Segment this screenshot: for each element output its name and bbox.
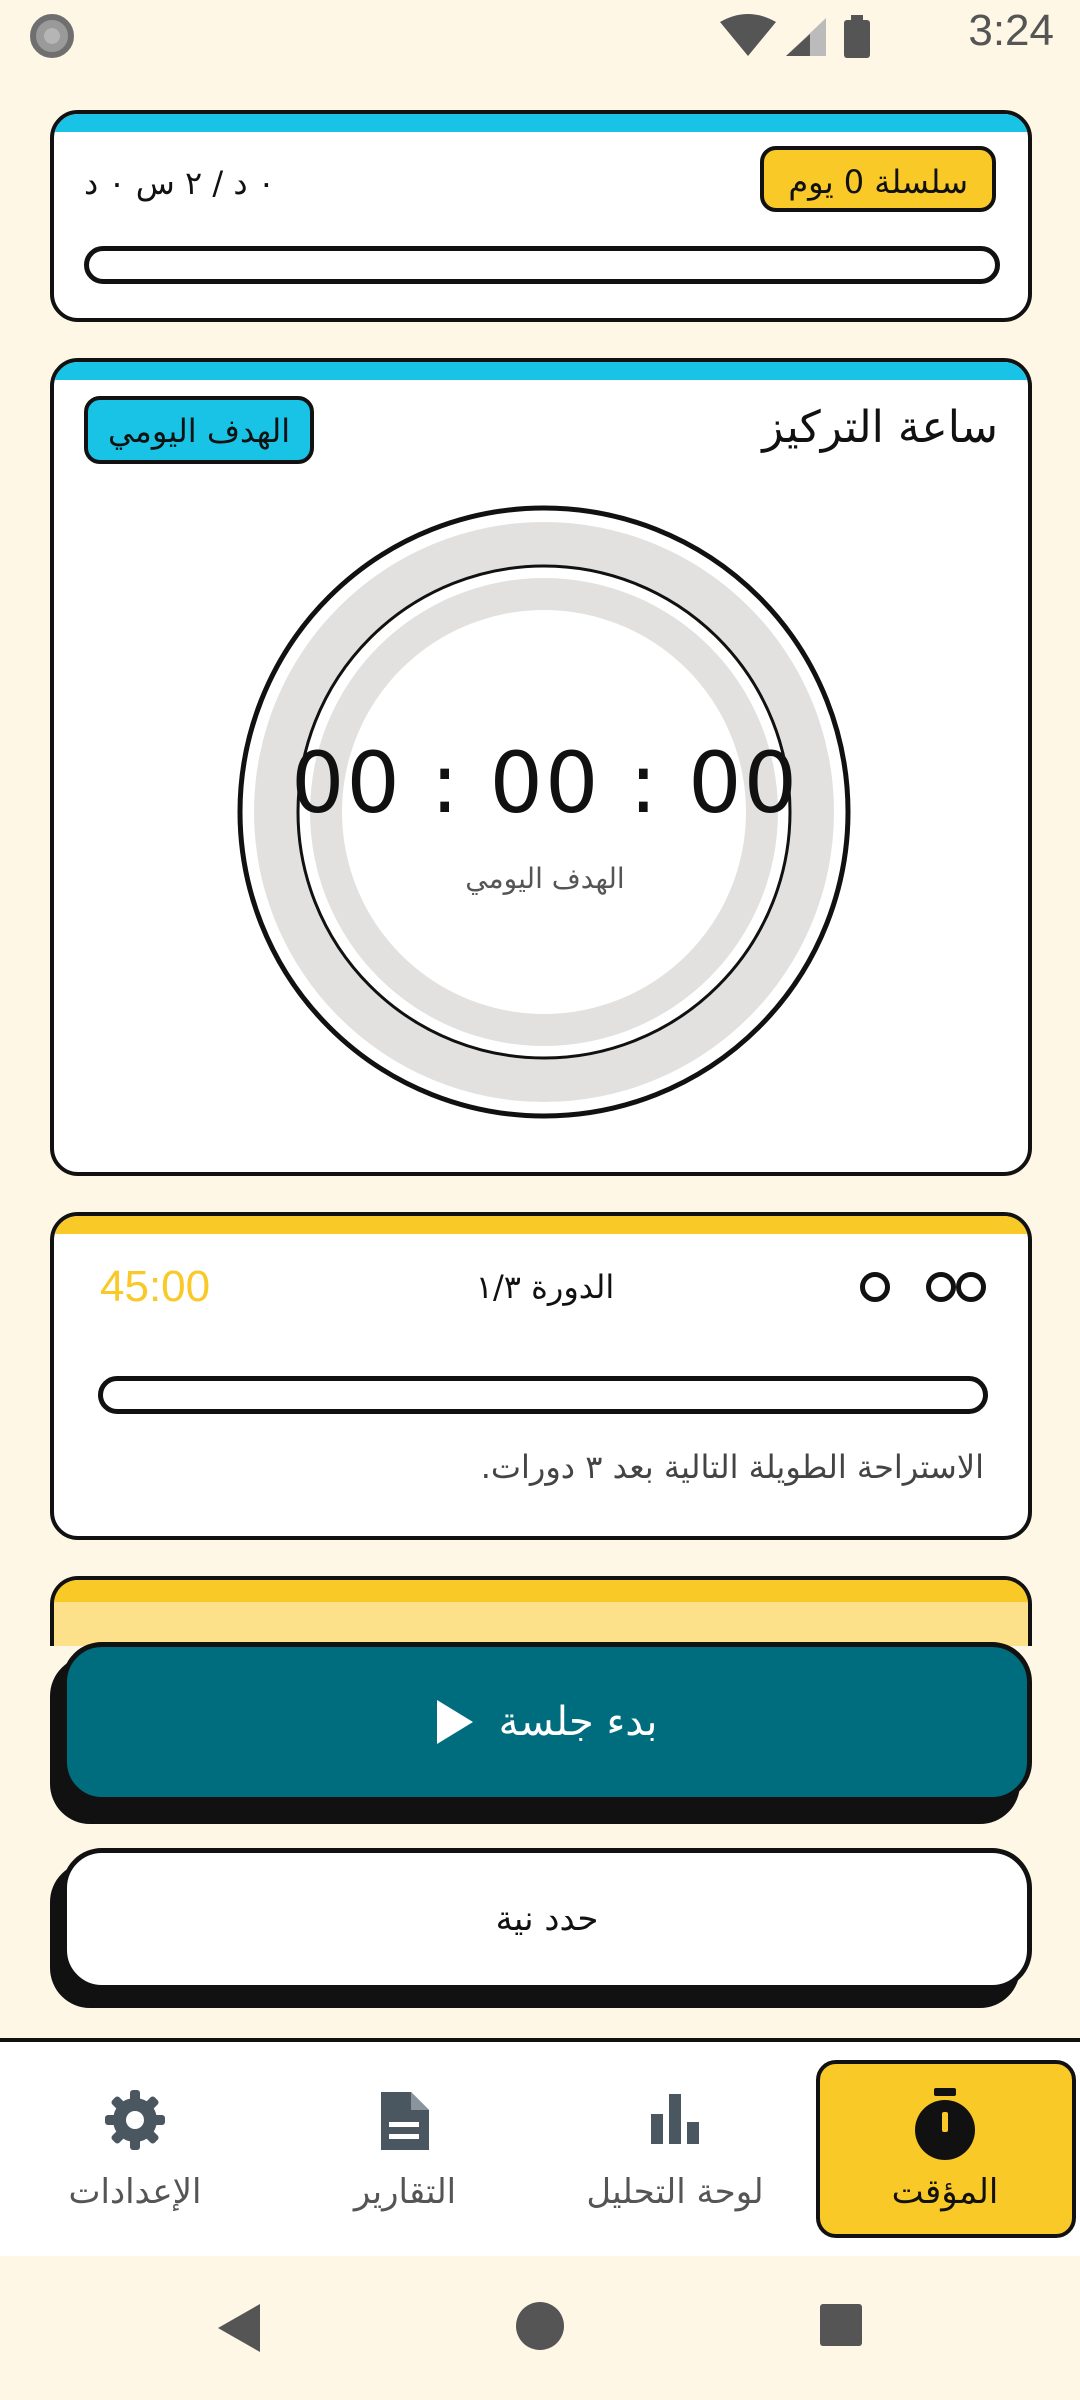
card-top-stripe bbox=[54, 362, 1028, 380]
cycle-dots bbox=[824, 1272, 986, 1306]
signal-icon bbox=[786, 18, 826, 56]
recents-icon[interactable] bbox=[818, 2302, 864, 2348]
nav-label-timer: المؤقت bbox=[891, 2172, 999, 2212]
nav-item-settings[interactable]: الإعدادات bbox=[0, 2042, 270, 2256]
set-intention-button[interactable]: حدد نية bbox=[62, 1848, 1032, 1990]
clock-time: 00 : 00 : 00 bbox=[290, 734, 800, 832]
stopwatch-icon bbox=[915, 2088, 975, 2160]
cycle-card: 45:00 الدورة ١/٣ الاستراحة الطويلة التال… bbox=[50, 1212, 1032, 1540]
card-top-stripe bbox=[54, 1216, 1028, 1234]
play-icon bbox=[436, 1700, 473, 1744]
nav-item-analytics[interactable]: لوحة التحليل bbox=[540, 2042, 810, 2256]
nav-label-reports: التقارير bbox=[353, 2172, 457, 2212]
focus-clock-card: ساعة التركيز الهدف اليومي 00 : 00 : 00 ا… bbox=[50, 358, 1032, 1176]
card-top-stripe bbox=[54, 1580, 1028, 1602]
nav-label-settings: الإعدادات bbox=[68, 2172, 202, 2212]
set-intention-label: حدد نية bbox=[495, 1899, 599, 1939]
home-icon[interactable] bbox=[514, 2300, 566, 2352]
bottom-nav: المؤقت لوحة التحليل التقارير الإعدادات bbox=[0, 2042, 1080, 2256]
clock-label: الهدف اليومي bbox=[465, 862, 625, 895]
wifi-icon bbox=[720, 14, 776, 56]
cycle-dot bbox=[956, 1272, 986, 1302]
bar-chart-icon bbox=[651, 2094, 699, 2144]
nav-label-analytics: لوحة التحليل bbox=[586, 2172, 764, 2212]
start-session-label: بدء جلسة bbox=[498, 1699, 658, 1745]
cycle-dot bbox=[926, 1272, 956, 1302]
back-icon[interactable] bbox=[214, 2300, 264, 2356]
nav-item-timer[interactable]: المؤقت bbox=[810, 2042, 1080, 2256]
daily-progress-bar bbox=[84, 246, 1000, 284]
cycle-progress-bar bbox=[98, 1376, 988, 1414]
status-icons bbox=[720, 14, 870, 58]
status-bar: 3:24 bbox=[0, 0, 1080, 72]
daily-goal-badge[interactable]: الهدف اليومي bbox=[84, 396, 315, 464]
nav-item-reports[interactable]: التقارير bbox=[270, 2042, 540, 2256]
collapsed-card bbox=[50, 1576, 1032, 1646]
notification-dot-icon bbox=[30, 14, 74, 58]
system-nav-bar bbox=[0, 2256, 1080, 2400]
cycle-dot bbox=[860, 1272, 890, 1302]
card-title: ساعة التركيز bbox=[762, 402, 998, 453]
time-summary: ٠ د / ٢ س ٠ د bbox=[84, 164, 275, 202]
document-icon bbox=[381, 2092, 429, 2150]
battery-icon bbox=[844, 15, 870, 58]
gear-icon bbox=[105, 2090, 165, 2150]
card-top-stripe bbox=[54, 114, 1028, 132]
cycle-note: الاستراحة الطويلة التالية بعد ٣ دورات. bbox=[480, 1448, 984, 1486]
start-session-button[interactable]: بدء جلسة bbox=[62, 1642, 1032, 1802]
status-time: 3:24 bbox=[968, 6, 1054, 55]
streak-badge: سلسلة 0 يوم bbox=[760, 146, 996, 212]
streak-card: سلسلة 0 يوم ٠ د / ٢ س ٠ د bbox=[50, 110, 1032, 322]
